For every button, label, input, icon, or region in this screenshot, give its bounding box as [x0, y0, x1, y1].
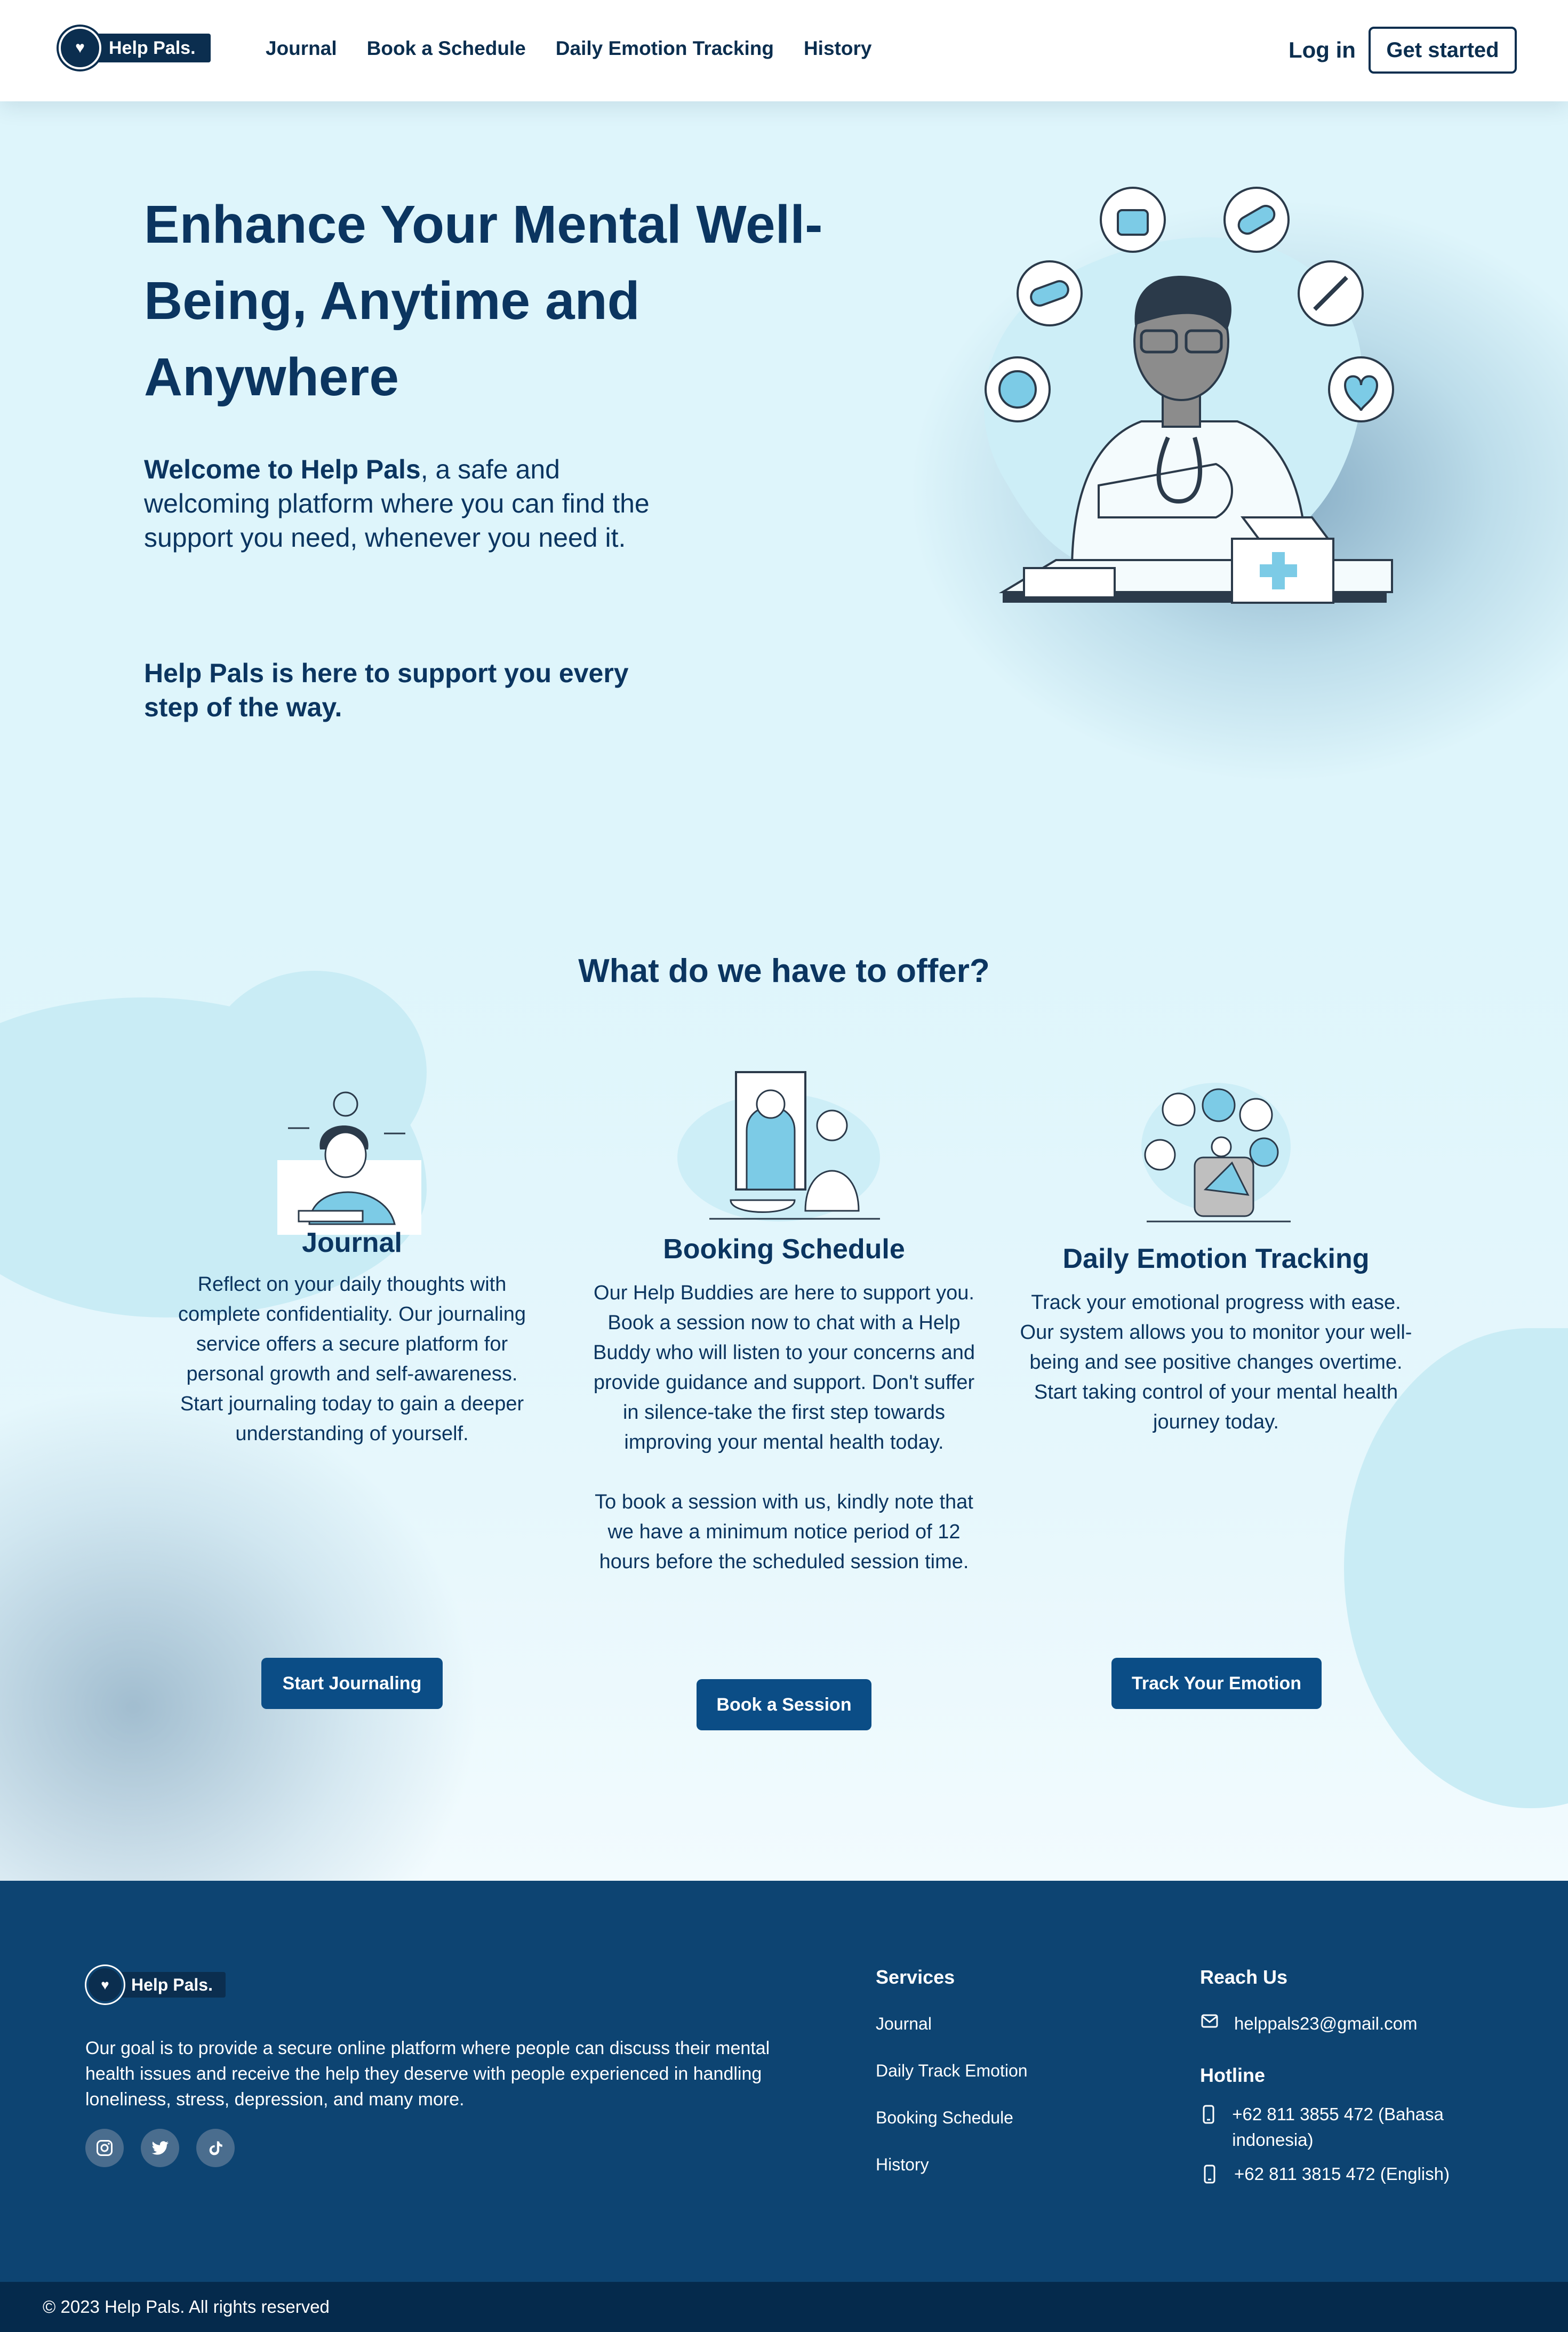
emotion-card-text: Track your emotional progress with ease.…: [1020, 1291, 1412, 1433]
hero-section: Enhance Your Mental Well-Being, Anytime …: [0, 101, 1568, 907]
booking-card-note: To book a session with us, kindly note t…: [595, 1491, 973, 1573]
navbar: ♥ Help Pals. Journal Book a Schedule Dai…: [0, 0, 1568, 101]
footer-link-daily-track-emotion[interactable]: Daily Track Emotion: [876, 2061, 1028, 2081]
nav-link-emotion-tracking[interactable]: Daily Emotion Tracking: [556, 37, 774, 60]
reach-us-title: Reach Us: [1200, 1966, 1288, 1988]
hero-welcome-bold: Welcome to Help Pals: [144, 454, 421, 484]
journal-illustration: [277, 1091, 421, 1235]
get-started-button[interactable]: Get started: [1369, 27, 1517, 74]
brand-name: Help Pals.: [82, 34, 211, 62]
booking-card-text: Our Help Buddies are here to support you…: [593, 1282, 975, 1453]
journal-card-text: Reflect on your daily thoughts with comp…: [178, 1273, 526, 1445]
nav-link-book-schedule[interactable]: Book a Schedule: [367, 37, 526, 60]
emotion-card: Daily Emotion Tracking Track your emotio…: [1013, 1243, 1419, 1437]
nav-links: Journal Book a Schedule Daily Emotion Tr…: [266, 37, 871, 60]
booking-illustration: [677, 1071, 880, 1221]
login-link[interactable]: Log in: [1289, 37, 1356, 63]
phone-row-indonesia: +62 811 3855 472 (Bahasa indonesia): [1200, 2102, 1499, 2153]
instagram-icon[interactable]: [85, 2129, 124, 2167]
logo-mark-icon: ♥: [59, 27, 101, 69]
footer-link-booking-schedule[interactable]: Booking Schedule: [876, 2108, 1013, 2128]
track-emotion-button[interactable]: Track Your Emotion: [1111, 1658, 1322, 1709]
start-journaling-button[interactable]: Start Journaling: [261, 1658, 443, 1709]
footer-logo[interactable]: ♥ Help Pals.: [86, 1966, 226, 2003]
phone-indonesia[interactable]: +62 811 3855 472 (Bahasa indonesia): [1232, 2102, 1499, 2153]
email-address[interactable]: helppals23@gmail.com: [1234, 2011, 1418, 2036]
footer-brand-name: Help Pals.: [108, 1972, 226, 1998]
hero-title: Enhance Your Mental Well-Being, Anytime …: [144, 195, 823, 407]
doctor-illustration: [983, 187, 1394, 604]
booking-card-title: Booking Schedule: [663, 1234, 905, 1265]
hero-welcome: Welcome to Help Pals, a safe and welcomi…: [144, 452, 656, 555]
nav-link-history[interactable]: History: [804, 37, 871, 60]
nav-link-journal[interactable]: Journal: [266, 37, 337, 60]
footer-link-history[interactable]: History: [876, 2155, 929, 2175]
email-row: helppals23@gmail.com: [1200, 2011, 1418, 2036]
hero-support-text: Help Pals is here to support you every s…: [144, 658, 629, 722]
booking-card: Booking Schedule Our Help Buddies are he…: [592, 1233, 976, 1577]
footer-link-journal[interactable]: Journal: [876, 2014, 932, 2034]
journal-card-title: Journal: [302, 1227, 402, 1258]
offer-section: What do we have to offer? Journal Reflec…: [0, 907, 1568, 1881]
mail-icon: [1200, 2011, 1219, 2028]
twitter-icon[interactable]: [141, 2129, 179, 2167]
phone-icon: [1200, 2102, 1217, 2124]
brand-logo[interactable]: ♥ Help Pals.: [59, 27, 211, 69]
services-title: Services: [876, 1966, 955, 1988]
tiktok-icon[interactable]: [196, 2129, 235, 2167]
phone-row-english: +62 811 3815 472 (English): [1200, 2161, 1450, 2187]
footer-logo-mark-icon: ♥: [86, 1966, 124, 2003]
hotline-title: Hotline: [1200, 2064, 1265, 2086]
phone-english[interactable]: +62 811 3815 472 (English): [1234, 2161, 1450, 2187]
copyright-bar: © 2023 Help Pals. All rights reserved: [0, 2282, 1568, 2332]
offer-title: What do we have to offer?: [578, 953, 990, 989]
footer-description: Our goal is to provide a secure online p…: [85, 2038, 770, 2110]
footer: ♥ Help Pals. Our goal is to provide a se…: [0, 1881, 1568, 2282]
phone-icon: [1200, 2161, 1219, 2184]
book-session-button[interactable]: Book a Session: [697, 1679, 871, 1730]
emotion-tracking-illustration: [1141, 1083, 1291, 1223]
social-links: [85, 2129, 235, 2167]
emotion-card-title: Daily Emotion Tracking: [1062, 1243, 1370, 1274]
journal-card: Journal Reflect on your daily thoughts w…: [165, 1227, 539, 1449]
